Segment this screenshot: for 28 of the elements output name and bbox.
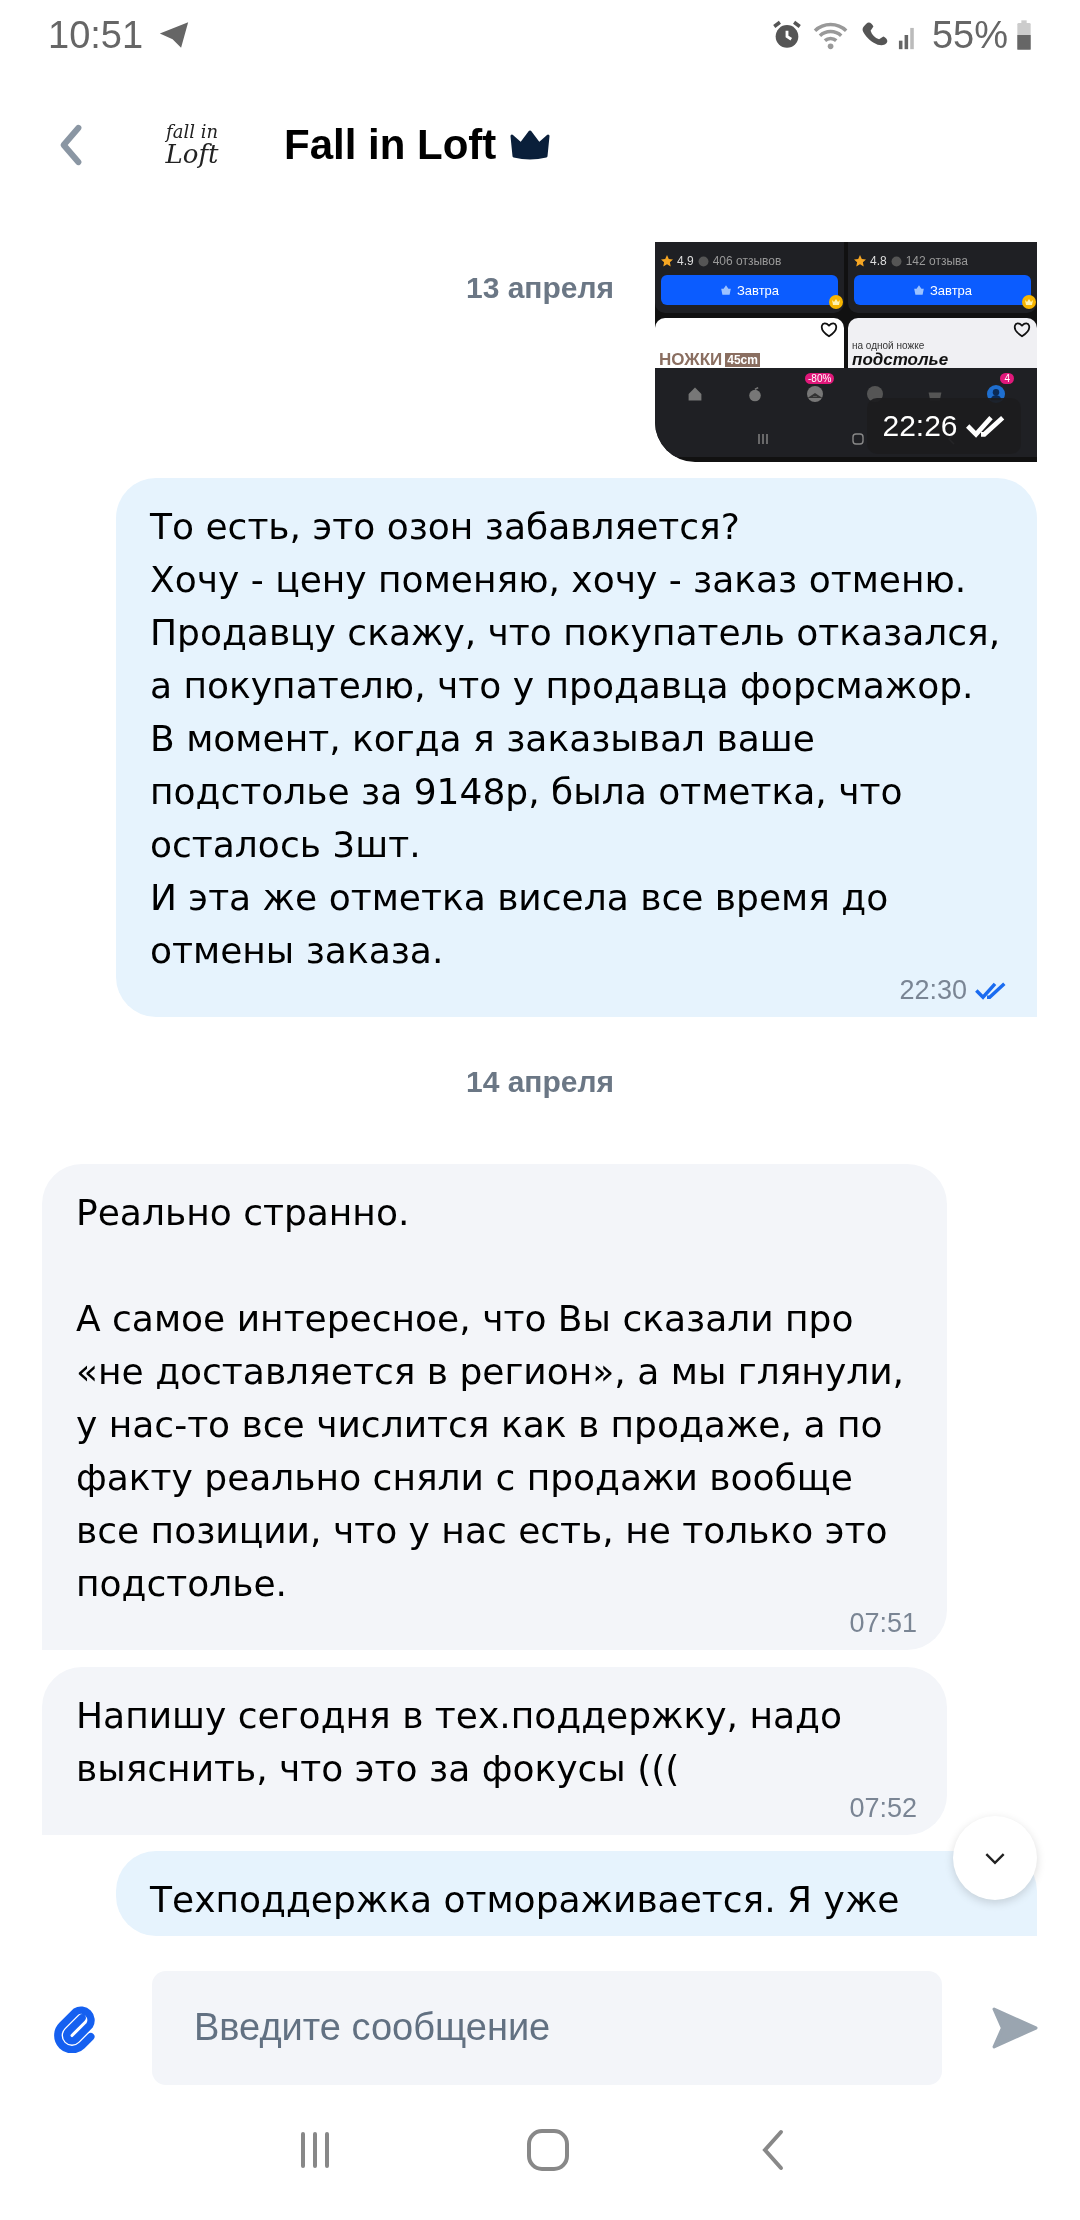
reviews-count: 142 отзыва: [905, 254, 968, 268]
reviews-count: 406 отзывов: [712, 254, 782, 268]
shop-logo: fall in Loft: [164, 120, 220, 171]
date-label: 13 апреля: [465, 271, 615, 305]
message-time: 07:52: [849, 1792, 917, 1825]
screenshot-message[interactable]: 4.9 406 отзывов Завтра 4.8 142 отзыва Завтра НОЖКИ 45cm на одной ножке подстолье -80% 4 22:26: [655, 242, 1037, 462]
tile-title: НОЖКИ: [659, 351, 723, 368]
chat-title: Fall in Loft: [284, 121, 497, 169]
tile-title: подстолье: [852, 351, 949, 368]
message-time: 07:51: [849, 1607, 917, 1640]
delivery-button: Завтра: [661, 275, 838, 305]
rating-value: 4.8: [870, 254, 887, 268]
status-time: 10:51: [48, 13, 144, 57]
delivery-button: Завтра: [854, 275, 1031, 305]
tile-subtitle: на одной ножке: [852, 340, 926, 351]
message-text: То есть, это озон забавляется? Хочу - цену поменяю, хочу - заказ отменю. Продавцу скажу, что покупатель отказался, а покупателю, что у продавца форсмажор. В момент, когда я заказывал ваше подстолье за 9148р, была отметка, что осталось 3шт. И эта же отметка висела все время до отмены заказа.: [150, 505, 1002, 973]
message-text: Напишу сегодня в тех.поддержку, надо выяснить, что это за фокусы (((: [76, 1694, 843, 1791]
message-time: 22:26: [882, 409, 958, 443]
date-label: 14 апреля: [465, 1065, 615, 1099]
message-time: 22:30: [899, 974, 967, 1007]
message-text: Техподдержка отмораживается. Я уже: [150, 1878, 901, 1922]
discount-badge: -80%: [805, 373, 835, 384]
message-input[interactable]: Введите сообщение: [152, 1970, 942, 2085]
notification-badge: 4: [1000, 373, 1014, 384]
rating-value: 4.9: [677, 254, 694, 268]
message-text: Реально странно. А самое интересное, что Вы сказали про «не доставляется в регион», а мы глянули, у нас-то все числится как в продаже, а по факту реально сняли с продажи вообще все позиции, что у нас есть, не только это подстолье.: [76, 1191, 906, 1606]
battery-level: 55%: [931, 13, 1008, 57]
tile-tag: 45cm: [725, 352, 760, 367]
